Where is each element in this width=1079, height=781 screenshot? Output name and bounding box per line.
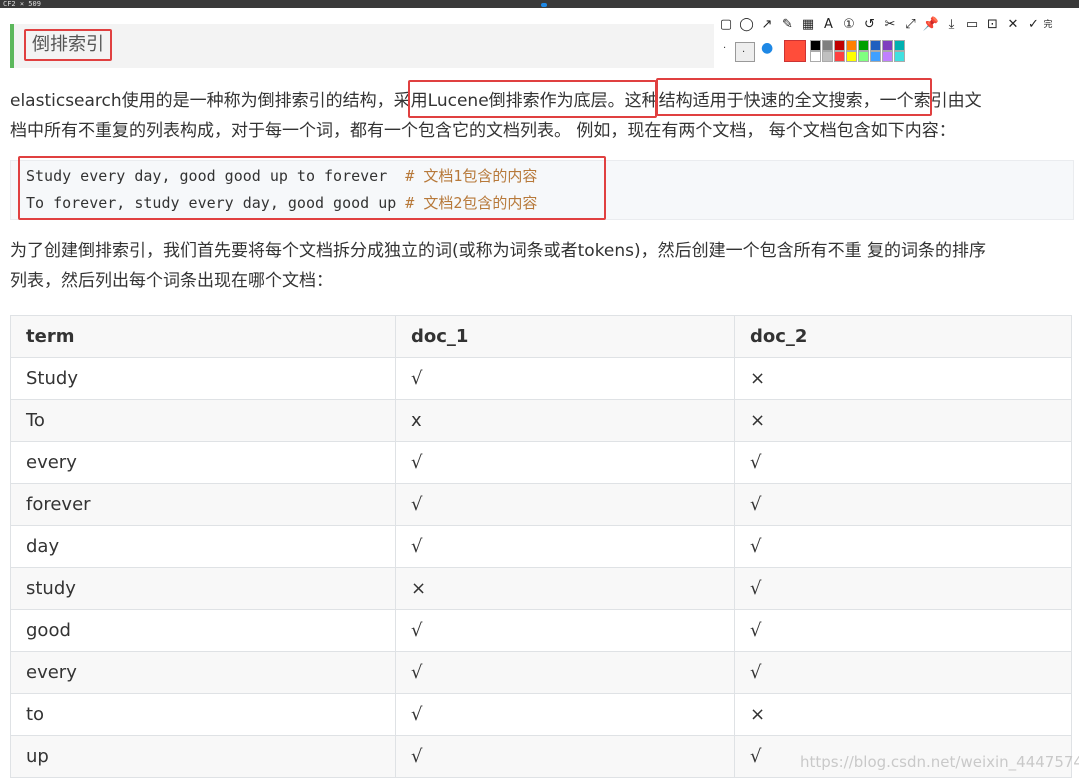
color-swatch[interactable]: [846, 51, 857, 62]
current-color-swatch[interactable]: [784, 40, 806, 62]
table-row: good √ √: [10, 609, 1072, 652]
doc2-cell: √: [734, 651, 1072, 694]
doc1-cell: √: [395, 651, 735, 694]
save-icon[interactable]: ▭: [963, 16, 981, 34]
pen-tool-icon[interactable]: ✎: [779, 16, 797, 34]
doc1-cell: ×: [395, 567, 735, 610]
table-row: every √ √: [10, 651, 1072, 694]
intro-line-2: 档中所有不重复的列表构成，对于每一个词，都有一个包含它的文档列表。 例如，现在有…: [10, 121, 956, 141]
doc2-cell: √: [734, 609, 1072, 652]
window-size-tag: CF2 × 509: [3, 0, 41, 8]
annotation-box-1: [408, 80, 657, 118]
doc1-cell: √: [395, 441, 735, 484]
doc1-cell: √: [395, 735, 735, 778]
color-swatch[interactable]: [870, 51, 881, 62]
color-swatch[interactable]: [810, 51, 821, 62]
undo-icon[interactable]: ↺: [861, 16, 879, 34]
term-cell: up: [10, 735, 396, 778]
download-icon[interactable]: ⤓: [943, 16, 961, 34]
color-swatch[interactable]: [822, 40, 833, 51]
intro-text-1: elasticsearch使用的是一种称为倒排索引的结构，: [10, 91, 394, 111]
bookmark-icon[interactable]: ⊡: [984, 16, 1002, 34]
color-swatch[interactable]: [810, 40, 821, 51]
color-swatch[interactable]: [858, 40, 869, 51]
term-cell: good: [10, 609, 396, 652]
annotation-box-code: [18, 156, 606, 220]
pen-size-medium-icon[interactable]: ·: [735, 42, 755, 62]
doc1-cell: √: [395, 609, 735, 652]
color-swatch[interactable]: [834, 40, 845, 51]
color-swatch[interactable]: [882, 40, 893, 51]
scissors-icon[interactable]: ✂: [881, 16, 899, 34]
color-swatch[interactable]: [882, 51, 893, 62]
term-cell: Study: [10, 357, 396, 400]
table-row: day √ √: [10, 525, 1072, 568]
doc2-cell: ×: [734, 399, 1072, 442]
ellipse-tool-icon[interactable]: ◯: [738, 16, 756, 34]
done-label[interactable]: 完: [1039, 16, 1057, 34]
color-swatch[interactable]: [858, 51, 869, 62]
arrow-tool-icon[interactable]: ↗: [758, 16, 776, 34]
table-row: Study √ ×: [10, 357, 1072, 400]
color-swatch[interactable]: [846, 40, 857, 51]
color-swatch[interactable]: [894, 51, 905, 62]
doc2-cell: √: [734, 483, 1072, 526]
header-doc1: doc_1: [395, 315, 735, 358]
watermark: https://blog.csdn.net/weixin_44475741: [800, 753, 1079, 771]
doc2-cell: ×: [734, 357, 1072, 400]
table-row: every √ √: [10, 441, 1072, 484]
table-row: forever √ √: [10, 483, 1072, 526]
color-swatch[interactable]: [894, 40, 905, 51]
doc1-cell: √: [395, 357, 735, 400]
doc1-cell: √: [395, 693, 735, 736]
mosaic-tool-icon[interactable]: ▦: [799, 16, 817, 34]
explanation-line-1: 为了创建倒排索引，我们首先要将每个文档拆分成独立的词(或称为词条或者tokens…: [10, 241, 987, 261]
doc2-cell: √: [734, 525, 1072, 568]
doc2-cell: √: [734, 441, 1072, 484]
doc1-cell: √: [395, 483, 735, 526]
pen-size-small-icon[interactable]: ·: [723, 43, 726, 54]
pen-size-large-icon[interactable]: ●: [761, 40, 773, 56]
header-doc2: doc_2: [734, 315, 1072, 358]
close-icon[interactable]: ✕: [1004, 16, 1022, 34]
table-row: to √ ×: [10, 693, 1072, 736]
window-top-bar: CF2 × 509: [0, 0, 1079, 8]
header-term: term: [10, 315, 396, 358]
section-heading-box: 倒排索引: [10, 24, 714, 68]
explanation-line-2: 列表，然后列出每个词条出现在哪个文档：: [10, 271, 333, 291]
rect-tool-icon[interactable]: ▢: [717, 16, 735, 34]
pin-icon[interactable]: 📌: [922, 16, 940, 34]
term-cell: forever: [10, 483, 396, 526]
text-tool-icon[interactable]: A: [820, 16, 838, 34]
term-cell: To: [10, 399, 396, 442]
term-cell: day: [10, 525, 396, 568]
blue-indicator: [541, 3, 547, 7]
inverted-index-table: term doc_1 doc_2 Study √ × To x × every √ √ forev…: [10, 315, 1072, 778]
term-cell: study: [10, 567, 396, 610]
doc1-cell: x: [395, 399, 735, 442]
term-cell: to: [10, 693, 396, 736]
annotation-box-2: [656, 78, 932, 116]
table-header-row: term doc_1 doc_2: [10, 315, 1072, 358]
doc2-cell: √: [734, 567, 1072, 610]
color-swatch[interactable]: [834, 51, 845, 62]
color-swatch[interactable]: [870, 40, 881, 51]
table-row: study × √: [10, 567, 1072, 610]
term-cell: every: [10, 651, 396, 694]
number-tool-icon[interactable]: ①: [840, 16, 858, 34]
explanation-paragraph: 为了创建倒排索引，我们首先要将每个文档拆分成独立的词(或称为词条或者tokens…: [10, 236, 1070, 296]
table-row: To x ×: [10, 399, 1072, 442]
doc1-cell: √: [395, 525, 735, 568]
doc2-cell: ×: [734, 693, 1072, 736]
color-swatch[interactable]: [822, 51, 833, 62]
term-cell: every: [10, 441, 396, 484]
expand-icon[interactable]: ⤢: [902, 16, 920, 34]
section-title: 倒排索引: [24, 29, 112, 61]
